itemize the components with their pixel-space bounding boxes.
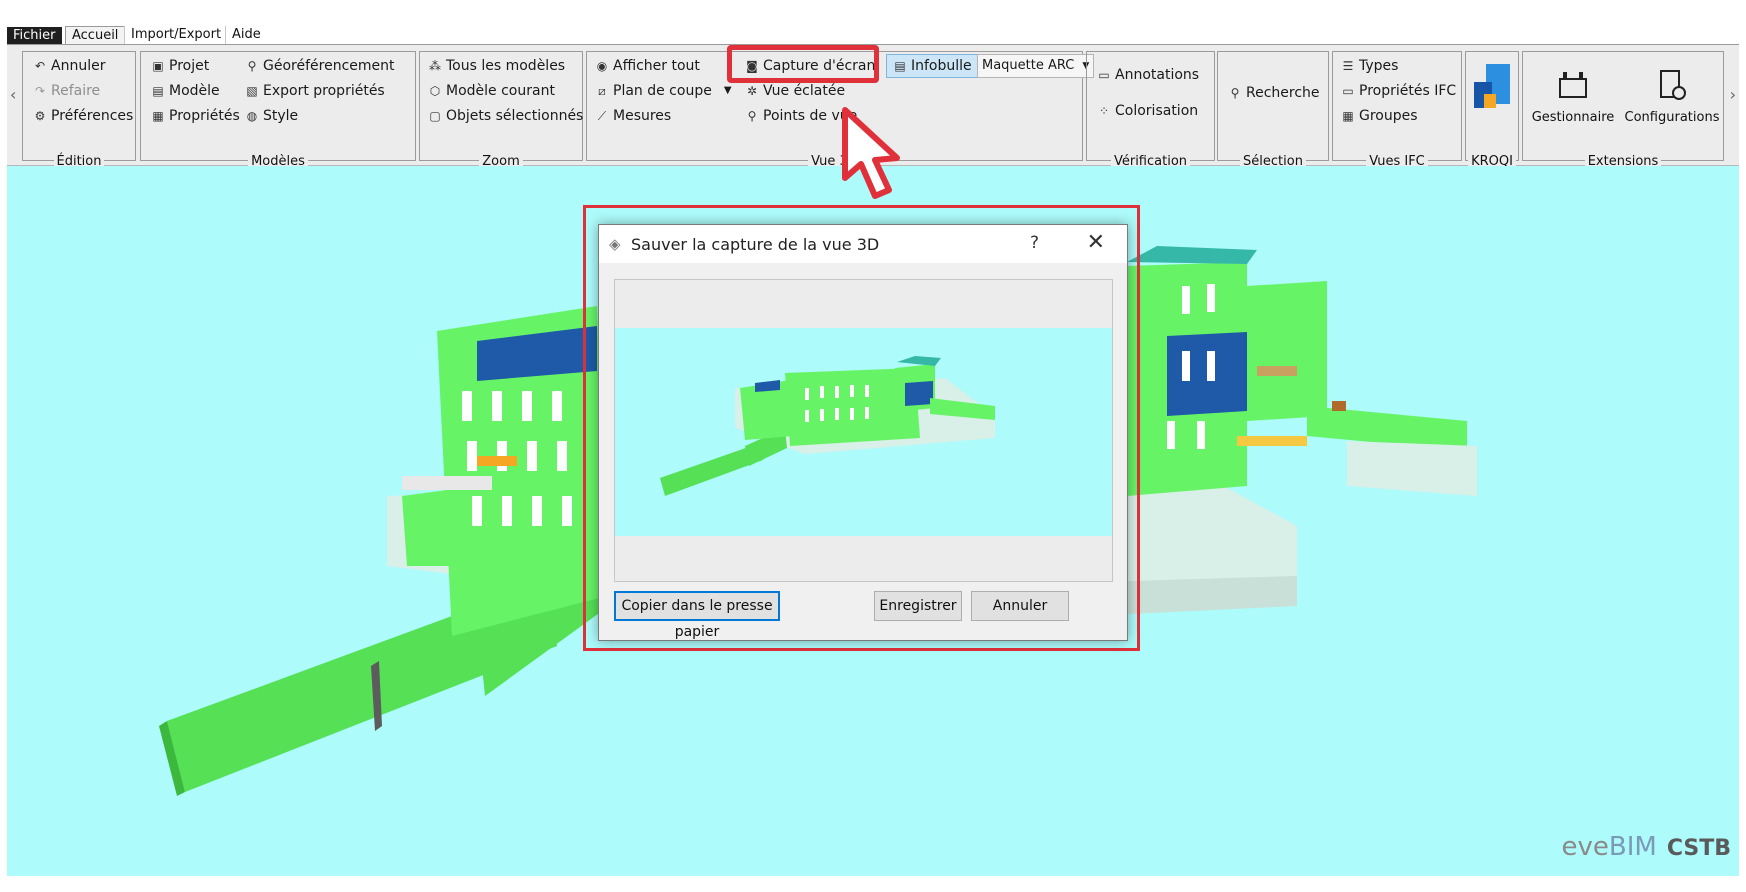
tab-fichier[interactable]: Fichier [7,27,62,45]
evebim-cstb-logo: eveBIM CSTB [1561,832,1731,862]
app-icon: ◈ [609,235,621,253]
preview-model-image [660,356,995,496]
annotations-button[interactable]: ▭ Annotations [1097,66,1199,84]
menu-bar: Fichier Accueil Import/Export Aide [7,24,1739,45]
cubes-icon: ⁂ [429,59,441,73]
cancel-button[interactable]: Annuler [971,591,1069,621]
tooltip-icon: ▤ [894,59,906,73]
config-icon [1652,66,1692,106]
close-button[interactable]: ✕ [1087,230,1105,255]
configurations-button[interactable]: Configurations [1623,66,1721,125]
group-kroqi: KROQI [1465,51,1519,169]
note-icon: ▭ [1098,68,1110,82]
model-icon: ▤ [152,84,164,98]
exploded-view-icon: ✲ [746,84,758,98]
group-edition: ↶ Annuler ↷ Refaire ⚙ Préférences Édition [22,51,136,169]
copy-clipboard-button[interactable]: Copier dans le presse papier [614,591,780,640]
group-extensions: Gestionnaire Configurations Extensions [1522,51,1724,169]
objets-selectionnes-button[interactable]: ▢ Objets sélectionnés [428,107,583,125]
types-button[interactable]: ☰ Types [1341,57,1399,75]
eye-icon: ◉ [596,59,608,73]
undo-icon: ↶ [34,59,46,73]
pin-icon: ⚲ [247,59,257,73]
capture-preview [614,279,1113,582]
gestionnaire-button[interactable]: Gestionnaire [1529,66,1617,125]
properties-icon: ▦ [152,109,164,123]
group-modeles: ▣ Projet ▤ Modèle ▦ Propriétés ⚲ Géoréférenc… [140,51,416,169]
style-button[interactable]: ◍ Style [245,107,298,125]
manager-icon [1553,66,1593,106]
georeferencement-button[interactable]: ⚲ Géoréférencement [245,57,395,75]
proprietes-ifc-button[interactable]: ▭ Propriétés IFC [1341,82,1456,100]
preferences-button[interactable]: ⚙ Préférences [33,107,134,125]
cube-icon: ⬡ [429,84,441,98]
selection-icon: ▢ [429,109,441,123]
group-icon: ▦ [1342,109,1354,123]
chevron-left-icon[interactable]: ‹ [10,85,16,104]
export-icon: ▧ [246,84,258,98]
group-vues-ifc: ☰ Types ▭ Propriétés IFC ▦ Groupes Vues IFC [1332,51,1462,169]
monitor-icon: ▭ [1342,84,1354,98]
location-icon: ⚲ [747,109,757,123]
gear-icon: ⚙ [34,109,46,123]
afficher-tout-button[interactable]: ◉ Afficher tout [595,57,700,75]
section-plane-icon: ⧄ [598,84,606,98]
colorisation-button[interactable]: ⁘ Colorisation [1097,102,1198,120]
search-icon: ⚲ [1230,86,1240,100]
list-icon: ☰ [1342,59,1354,73]
color-dots-icon: ⁘ [1098,104,1110,118]
group-selection: ⚲ Recherche Sélection [1217,51,1329,169]
redo-icon: ↷ [34,84,46,98]
group-verification: ▭ Annotations ⁘ Colorisation Vérification [1086,51,1215,169]
dialog-titlebar[interactable]: ◈ Sauver la capture de la vue 3D ? ✕ [599,225,1127,263]
modele-courant-button[interactable]: ⬡ Modèle courant [428,82,555,100]
export-proprietes-button[interactable]: ▧ Export propriétés [245,82,384,100]
tab-accueil[interactable]: Accueil [65,26,126,44]
preview-image [615,328,1112,536]
save-button[interactable]: Enregistrer [874,591,962,621]
chevron-right-icon[interactable]: › [1730,85,1736,104]
kroqi-logo-icon[interactable] [1472,64,1512,112]
projet-button[interactable]: ▣ Projet [151,57,209,75]
mesures-button[interactable]: ⟋ Mesures [595,107,671,125]
plan-de-coupe-button[interactable]: ⧄ Plan de coupe ▼ [595,82,732,100]
group-zoom: ⁂ Tous les modèles ⬡ Modèle courant ▢ Objet… [419,51,583,169]
vue-eclatee-button[interactable]: ✲ Vue éclatée [745,82,845,100]
save-capture-dialog: ◈ Sauver la capture de la vue 3D ? ✕ Cop… [598,224,1128,641]
chevron-down-icon[interactable]: ▼ [724,82,732,100]
tous-les-modeles-button[interactable]: ⁂ Tous les modèles [428,57,565,75]
infobulle-toggle[interactable]: ▤ Infobulle [886,54,979,78]
recherche-button[interactable]: ⚲ Recherche [1228,84,1320,102]
help-button[interactable]: ? [1030,233,1039,253]
palette-icon: ◍ [246,109,258,123]
undo-button[interactable]: ↶ Annuler [33,57,106,75]
capture-highlight [727,45,879,83]
maquette-dropdown[interactable]: Maquette ARC ▼ [977,54,1095,78]
dialog-title: Sauver la capture de la vue 3D [631,235,880,254]
tab-import-export[interactable]: Import/Export [124,26,227,44]
proprietes-button[interactable]: ▦ Propriétés [151,107,239,125]
project-icon: ▣ [152,59,164,73]
mouse-pointer-icon [842,107,900,199]
tab-aide[interactable]: Aide [225,26,267,44]
ruler-icon: ⟋ [597,109,607,123]
modele-button[interactable]: ▤ Modèle [151,82,219,100]
redo-button[interactable]: ↷ Refaire [33,82,100,100]
groupes-button[interactable]: ▦ Groupes [1341,107,1417,125]
